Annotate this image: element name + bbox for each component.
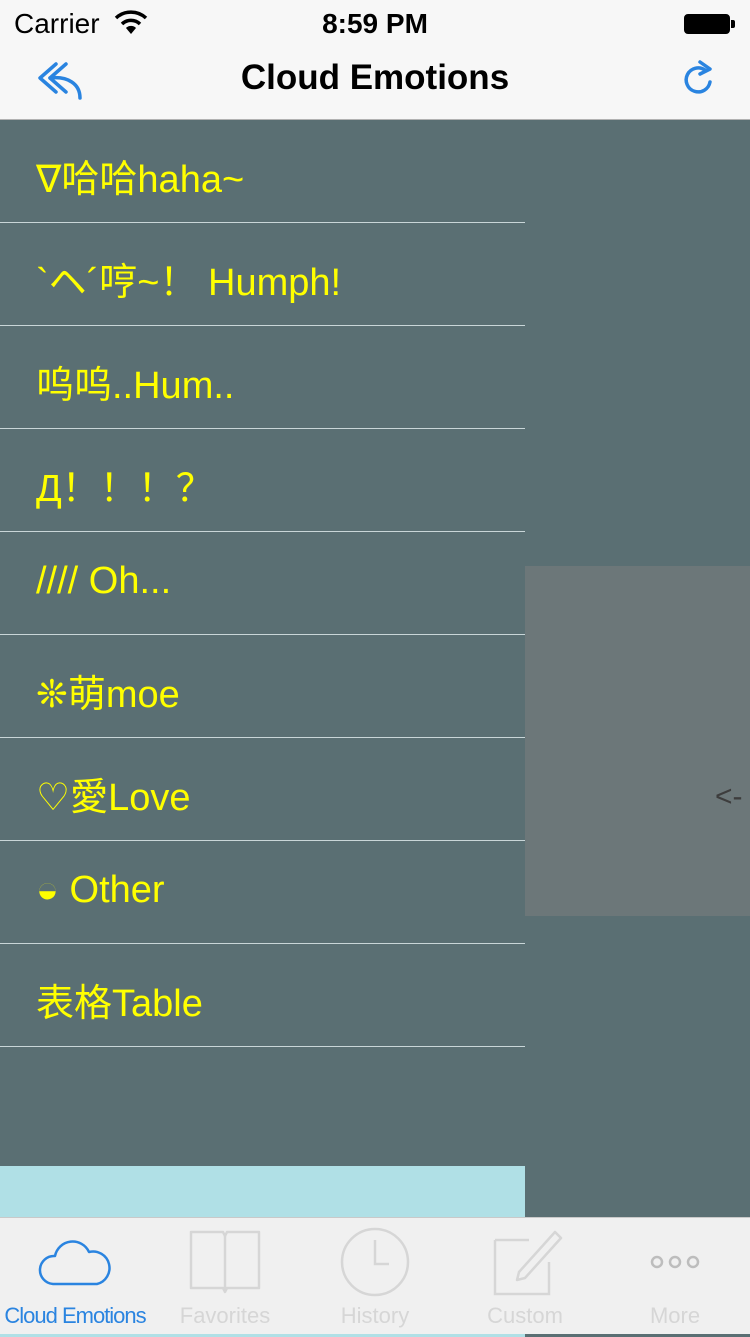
list-item-label: Д！！！？ — [36, 468, 214, 510]
list-item[interactable]: 呜呜..Hum.. — [0, 326, 525, 429]
side-panel[interactable]: <- — [525, 566, 750, 916]
list-item[interactable]: ❊萌moe — [0, 635, 525, 738]
refresh-icon[interactable] — [680, 58, 716, 98]
status-time: 8:59 PM — [322, 8, 428, 39]
tab-bar: Cloud Emotions Favorites History Custom … — [0, 1217, 750, 1334]
tab-cloud-emotions[interactable]: Cloud Emotions — [0, 1218, 150, 1335]
list-item-label: ∇哈哈haha~ — [36, 159, 245, 201]
cloud-icon — [38, 1240, 111, 1286]
category-list: ∇哈哈haha~ `ヘ´哼~！ Humph! 呜呜..Hum.. Д！！！？ /… — [0, 120, 525, 1337]
tab-favorites[interactable]: Favorites — [150, 1218, 300, 1335]
list-item-label: ❊萌moe — [36, 674, 180, 716]
navigation-bar: Cloud Emotions — [0, 40, 750, 120]
list-item[interactable]: //// Oh... — [0, 532, 525, 635]
status-bar: Carrier 8:59 PM — [0, 0, 750, 40]
list-item-label: `ヘ´哼~！ Humph! — [36, 262, 342, 304]
tab-label: More — [649, 1303, 701, 1328]
list-item[interactable]: ♡愛Love — [0, 738, 525, 841]
list-item[interactable]: ◒ Other — [0, 841, 525, 944]
tab-custom[interactable]: Custom — [450, 1218, 600, 1335]
list-item[interactable]: ∇哈哈haha~ — [0, 120, 525, 223]
battery-icon — [684, 14, 735, 34]
tab-history[interactable]: History — [300, 1218, 450, 1335]
list-item-label: 表格Table — [36, 983, 203, 1025]
book-icon — [189, 1230, 261, 1294]
tab-label: Favorites — [179, 1303, 271, 1328]
list-item[interactable]: Д！！！？ — [0, 429, 525, 532]
compose-icon — [493, 1230, 563, 1296]
list-item[interactable]: 表格Table — [0, 944, 525, 1047]
tab-label: Custom — [487, 1303, 563, 1328]
more-icon — [650, 1255, 700, 1269]
tab-more[interactable]: More — [600, 1218, 750, 1335]
side-panel-hint: <- — [715, 780, 743, 813]
tab-label: History — [340, 1303, 410, 1328]
tab-label: Cloud Emotions — [4, 1303, 146, 1328]
list-item-label: ◒ Other — [36, 869, 165, 911]
list-item-label: 呜呜..Hum.. — [36, 365, 235, 407]
list-item-label: ♡愛Love — [36, 777, 191, 819]
list-item-label: //// Oh... — [36, 560, 172, 602]
page-title: Cloud Emotions — [240, 58, 510, 97]
list-item[interactable]: `ヘ´哼~！ Humph! — [0, 223, 525, 326]
clock-icon — [340, 1227, 410, 1297]
